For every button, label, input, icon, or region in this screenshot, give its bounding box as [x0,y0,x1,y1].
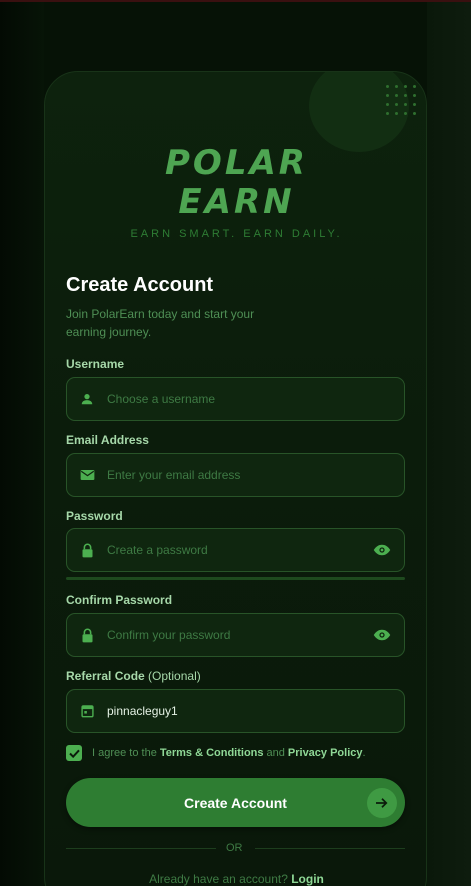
agreement-row: I agree to the Terms & Conditions and Pr… [66,745,366,761]
terms-link[interactable]: Terms & Conditions [160,747,264,759]
agreement-and: and [266,747,285,759]
background-left [0,0,44,886]
agreement-prefix: I agree to the [92,747,157,759]
decorative-dot-grid [383,82,419,118]
referral-optional-text: (Optional) [148,669,201,683]
lock-icon [67,543,107,558]
login-link[interactable]: Login [291,872,324,886]
password-label: Password [66,509,123,523]
eye-icon[interactable] [360,629,404,641]
email-label: Email Address [66,433,149,447]
divider-or: OR [226,842,243,854]
logo-line-2: EARN [178,182,295,222]
username-input[interactable] [107,378,404,420]
referral-input[interactable] [107,690,404,732]
email-input[interactable] [107,454,404,496]
tagline: EARN SMART. EARN DAILY. [130,228,343,240]
eye-icon[interactable] [360,544,404,556]
referral-label-text: Referral Code [66,669,145,683]
create-account-label: Create Account [184,794,287,811]
calendar-icon [67,704,107,718]
page-title: Create Account [66,274,214,296]
top-edge [0,0,471,2]
email-icon [67,469,107,481]
password-field[interactable] [66,528,405,572]
agreement-checkbox[interactable] [66,745,82,761]
agreement-suffix: . [362,747,366,759]
divider-right [255,848,405,849]
confirm-password-field[interactable] [66,613,405,657]
login-prompt: Already have an account? [149,872,288,886]
username-label: Username [66,357,125,371]
referral-field[interactable] [66,689,405,733]
signup-card: POLAR EARN EARN SMART. EARN DAILY. Creat… [44,71,427,886]
email-field[interactable] [66,453,405,497]
lock-icon [67,628,107,643]
login-prompt-row: Already have an account? Login [45,872,426,886]
privacy-link[interactable]: Privacy Policy [288,747,363,759]
referral-label: Referral Code (Optional) [66,669,201,683]
create-account-button[interactable]: Create Account [66,778,405,827]
person-icon [67,392,107,406]
logo-line-1: POLAR [165,143,308,183]
page-subtitle: Join PolarEarn today and start your earn… [66,307,255,339]
confirm-password-label: Confirm Password [66,593,173,607]
arrow-right-icon [367,788,397,818]
divider-left [66,848,216,849]
username-field[interactable] [66,377,405,421]
background-right [427,0,471,886]
password-strength-bar [66,577,405,580]
password-input[interactable] [107,529,360,571]
confirm-password-input[interactable] [107,614,360,656]
